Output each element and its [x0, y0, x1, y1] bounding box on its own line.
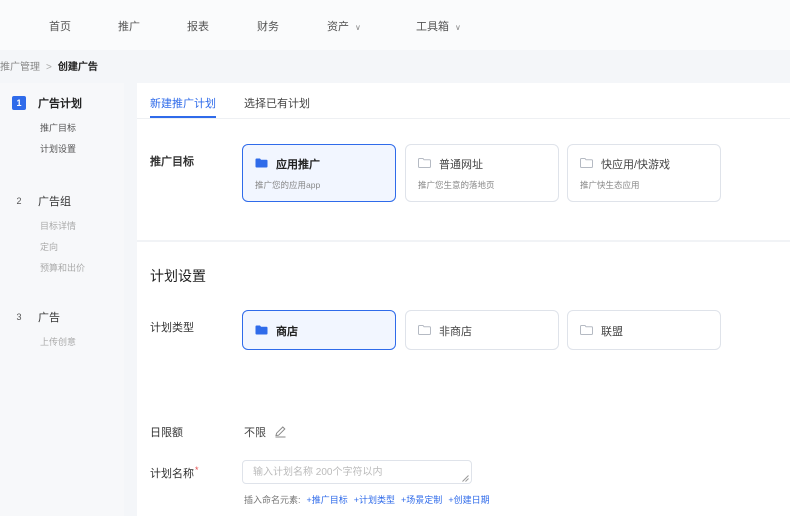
plan-name-label-row: 计划名称* — [150, 465, 199, 481]
tab-new-plan[interactable]: 新建推广计划 — [150, 95, 216, 111]
step-title: 广告计划 — [38, 98, 82, 110]
chevron-down-icon: ∨ — [455, 23, 461, 32]
folder-icon — [418, 325, 431, 335]
nav-item-label: 工具箱 — [416, 21, 449, 33]
daily-limit-value-row: 不限 — [244, 424, 287, 440]
folder-icon — [580, 158, 593, 168]
step-sub-upload-creative: 上传创意 — [40, 337, 77, 347]
objective-label: 推广目标 — [150, 156, 194, 168]
folder-icon — [580, 325, 593, 335]
breadcrumb-separator: > — [46, 62, 52, 73]
step-sub-targeting: 定向 — [40, 242, 59, 252]
plan-type-option-alliance[interactable]: 联盟 — [567, 310, 721, 350]
section-divider — [137, 240, 790, 242]
option-description: 推广您生意的落地页 — [418, 180, 495, 190]
option-title: 普通网址 — [439, 159, 483, 171]
step-2-header[interactable]: 2 广告组 — [12, 193, 71, 209]
nav-item-reports[interactable]: 报表 — [187, 18, 209, 34]
step-sub-target-details: 目标详情 — [40, 221, 77, 231]
plan-tabs: 新建推广计划 选择已有计划 — [137, 83, 790, 119]
breadcrumb-current: 创建广告 — [57, 62, 98, 73]
objective-option-app[interactable]: 应用推广 推广您的应用app — [242, 144, 396, 202]
chevron-down-icon: ∨ — [355, 23, 361, 32]
option-title: 非商店 — [439, 326, 472, 338]
nav-item-assets[interactable]: 资产 ∨ — [327, 18, 361, 34]
required-mark: * — [195, 465, 199, 475]
step-number-badge: 2 — [16, 196, 22, 206]
nav-item-label: 资产 — [327, 21, 349, 33]
option-title: 应用推广 — [276, 159, 320, 171]
insert-elements-label: 插入命名元素: — [244, 495, 301, 505]
nav-item-home[interactable]: 首页 — [49, 18, 71, 34]
nav-item-promotion[interactable]: 推广 — [118, 18, 140, 34]
option-description: 推广快生态应用 — [580, 180, 640, 190]
option-description: 推广您的应用app — [255, 180, 321, 190]
insert-tag-plan-type[interactable]: +计划类型 — [354, 495, 395, 505]
step-number-badge: 1 — [12, 96, 26, 110]
breadcrumb: 推广管理 > 创建广告 — [0, 58, 98, 73]
nav-item-toolbox[interactable]: 工具箱 ∨ — [416, 18, 461, 34]
top-navigation: 首页 推广 报表 财务 资产 ∨ 工具箱 ∨ — [0, 0, 790, 50]
step-sub-budget-bid: 预算和出价 — [40, 263, 86, 273]
tab-existing-plan[interactable]: 选择已有计划 — [244, 95, 310, 111]
option-title: 快应用/快游戏 — [601, 159, 671, 171]
nav-item-label: 报表 — [187, 21, 209, 33]
insert-elements-row: 插入命名元素: +推广目标 +计划类型 +场景定制 +创建日期 — [244, 493, 490, 506]
objective-option-quickapp[interactable]: 快应用/快游戏 推广快生态应用 — [567, 144, 721, 202]
plan-type-option-non-store[interactable]: 非商店 — [405, 310, 559, 350]
nav-item-label: 推广 — [118, 21, 140, 33]
insert-tag-scene[interactable]: +场景定制 — [401, 495, 442, 505]
plan-type-label: 计划类型 — [150, 322, 194, 334]
daily-limit-value: 不限 — [244, 427, 266, 439]
breadcrumb-parent-link[interactable]: 推广管理 — [0, 62, 40, 73]
option-title: 联盟 — [601, 326, 623, 338]
option-title: 商店 — [276, 326, 298, 338]
folder-icon — [418, 158, 431, 168]
plan-name-input[interactable] — [242, 460, 472, 484]
nav-item-label: 财务 — [257, 21, 279, 33]
plan-name-label: 计划名称 — [150, 468, 194, 480]
step-sub-objective[interactable]: 推广目标 — [40, 121, 76, 134]
folder-icon — [255, 158, 268, 168]
folder-icon — [255, 325, 268, 335]
plan-type-option-store[interactable]: 商店 — [242, 310, 396, 350]
plan-settings-title: 计划设置 — [150, 268, 206, 284]
edit-pencil-icon[interactable] — [274, 425, 287, 438]
nav-item-label: 首页 — [49, 21, 71, 33]
step-1-header[interactable]: 1 广告计划 — [12, 95, 82, 111]
step-sub-plan-settings[interactable]: 计划设置 — [40, 142, 76, 155]
insert-tag-objective[interactable]: +推广目标 — [307, 495, 348, 505]
nav-item-finance[interactable]: 财务 — [257, 18, 279, 34]
resize-handle-icon[interactable] — [462, 475, 469, 482]
steps-sidebar: 1 广告计划 推广目标 计划设置 2 广告组 目标详情 定向 预算和出价 3 广… — [0, 83, 124, 516]
main-panel: 新建推广计划 选择已有计划 推广目标 应用推广 推广您的应用app 普通网址 推… — [137, 83, 790, 516]
step-number-badge: 3 — [16, 312, 22, 322]
active-tab-indicator — [150, 116, 216, 118]
step-3-header[interactable]: 3 广告 — [12, 309, 60, 325]
daily-limit-label: 日限额 — [150, 427, 183, 439]
insert-tag-date[interactable]: +创建日期 — [448, 495, 489, 505]
step-title: 广告组 — [38, 196, 71, 208]
objective-option-website[interactable]: 普通网址 推广您生意的落地页 — [405, 144, 559, 202]
step-title: 广告 — [38, 312, 60, 324]
